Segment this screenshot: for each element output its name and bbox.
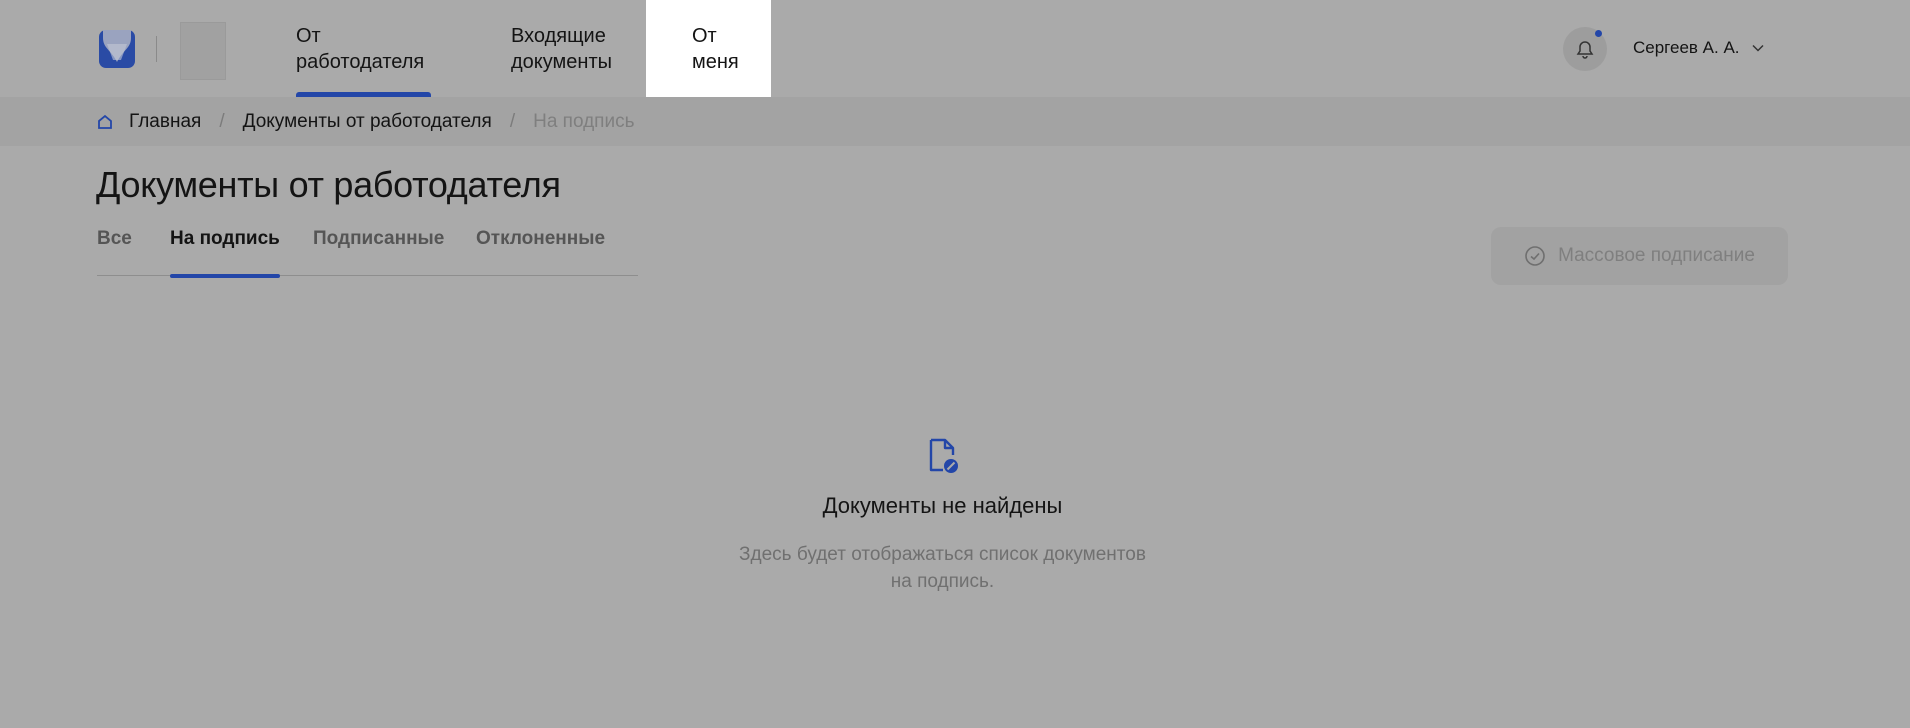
tab-active-indicator [170,274,280,278]
nav-incoming-documents[interactable]: Входящие документы [511,0,641,97]
nav-from-me-label: От меня [692,24,739,73]
nav-from-employer[interactable]: От работодателя [296,0,446,97]
top-header: От работодателя Входящие документы От ме… [0,0,1910,97]
tab-to-sign-label: На подпись [170,228,280,249]
breadcrumb: Главная / Документы от работодателя / На… [97,97,635,146]
tab-signed[interactable]: Подписанные [313,228,444,276]
breadcrumb-bar: Главная / Документы от работодателя / На… [0,97,1910,146]
document-blocked-icon [925,437,961,475]
chevron-down-icon [1752,44,1764,52]
nav-from-employer-label: От работодателя [296,24,425,73]
check-circle-icon [1524,245,1546,267]
page-title: Документы от работодателя [96,164,561,205]
mass-sign-button[interactable]: Массовое подписание [1491,227,1788,285]
tab-to-sign[interactable]: На подпись [170,228,280,278]
empty-state-title: Документы не найдены [822,493,1063,518]
notifications-button[interactable] [1563,27,1607,71]
empty-state-description: Здесь будет отображаться список документ… [739,544,1146,592]
mass-sign-label: Массовое подписание [1558,245,1755,266]
tab-all[interactable]: Все [97,228,132,276]
user-menu[interactable]: Сергеев А. А. [1633,36,1764,60]
empty-state: Документы не найдены Здесь будет отображ… [0,437,1885,595]
user-name: Сергеев А. А. [1633,38,1740,57]
nav-from-me[interactable]: От меня [646,0,771,97]
logo-divider [156,36,157,62]
home-icon[interactable] [97,114,113,130]
nav-incoming-documents-label: Входящие документы [511,24,612,73]
breadcrumb-current: На подпись [533,110,635,132]
partner-logo-placeholder [180,22,226,80]
notification-dot [1595,30,1602,37]
bell-icon [1576,39,1594,59]
breadcrumb-separator: / [509,110,516,132]
breadcrumb-separator: / [219,110,225,132]
document-tabs: Все На подпись Подписанные Отклоненные [97,228,638,278]
company-logo[interactable] [97,26,137,70]
tab-rejected[interactable]: Отклоненные [476,228,605,276]
breadcrumb-section[interactable]: Документы от работодателя [243,111,492,133]
breadcrumb-home[interactable]: Главная [129,111,201,133]
